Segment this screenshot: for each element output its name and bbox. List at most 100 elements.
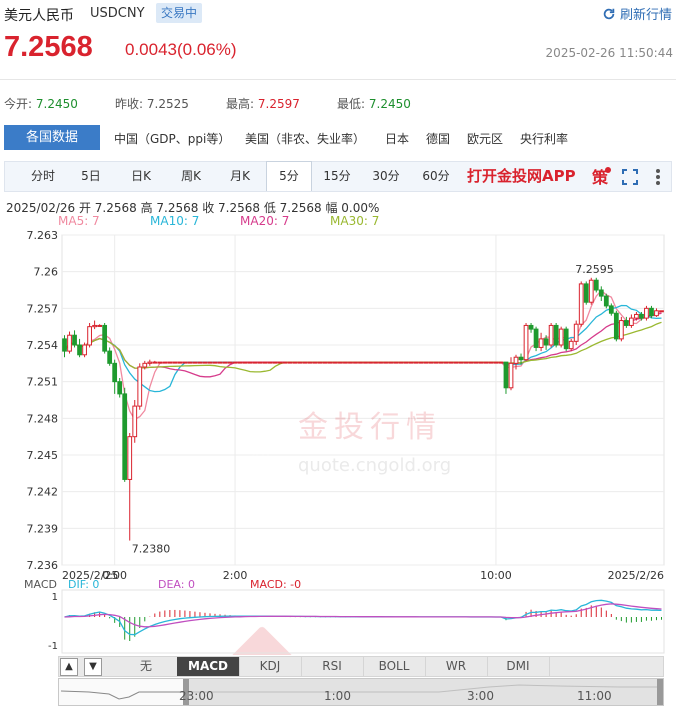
- candle-body: [87, 326, 92, 346]
- candle-body: [147, 361, 153, 364]
- candle-body: [649, 307, 654, 317]
- indicator-dmi[interactable]: DMI: [487, 657, 550, 676]
- candle-body: [272, 361, 278, 364]
- candle-body: [553, 324, 559, 346]
- tab-china[interactable]: 中国（GDP、ppi等）: [114, 130, 230, 147]
- candle-body: [142, 362, 148, 368]
- candle: [72, 330, 77, 348]
- period-30min[interactable]: 30分: [365, 162, 407, 191]
- candle-body: [634, 313, 639, 319]
- candle: [388, 361, 393, 364]
- candle: [317, 361, 323, 364]
- candle-body: [157, 361, 163, 364]
- tab-japan[interactable]: 日本: [385, 130, 409, 147]
- candle-body: [368, 361, 373, 364]
- candle-body: [644, 307, 649, 319]
- candle-body: [453, 361, 459, 364]
- y-axis: 7.263 7.26 7.257 7.254 7.251 7.248 7.245 7.242 7…: [27, 229, 59, 572]
- period-daily[interactable]: 日K: [119, 162, 163, 191]
- candle-body: [468, 361, 474, 364]
- tab-usa[interactable]: 美国（非农、失业率）: [245, 130, 365, 147]
- app-logo-icon[interactable]: 策: [589, 166, 611, 188]
- candle-body: [498, 361, 504, 364]
- candle: [97, 324, 103, 327]
- candle: [107, 347, 113, 366]
- period-60min[interactable]: 60分: [415, 162, 457, 191]
- candle: [212, 361, 218, 364]
- candle-body: [398, 361, 404, 364]
- scroll-down-button[interactable]: ▼: [84, 658, 102, 676]
- y-tick-label: 7.257: [27, 302, 59, 315]
- candle-body: [82, 344, 87, 356]
- candle: [588, 277, 594, 305]
- candle: [353, 361, 358, 364]
- indicator-wr[interactable]: WR: [425, 657, 488, 676]
- candle: [493, 361, 499, 364]
- candle: [102, 323, 108, 354]
- candle: [262, 361, 268, 364]
- candle-body: [659, 310, 664, 313]
- y-tick-label: 7.26: [34, 266, 59, 279]
- candle: [408, 361, 414, 364]
- fullscreen-icon[interactable]: [621, 168, 639, 186]
- stat-low: 最低: 7.2450: [337, 97, 411, 111]
- candle-body: [523, 324, 529, 361]
- candle: [578, 281, 584, 327]
- indicator-boll[interactable]: BOLL: [363, 657, 426, 676]
- candle-body: [608, 305, 614, 314]
- candle: [523, 323, 529, 361]
- candle: [122, 387, 128, 482]
- period-5min[interactable]: 5分: [266, 161, 312, 191]
- candle: [453, 361, 459, 364]
- candle: [358, 361, 363, 364]
- indicator-rsi[interactable]: RSI: [301, 657, 364, 676]
- candle-body: [247, 361, 253, 364]
- indicator-macd[interactable]: MACD: [177, 657, 240, 676]
- tab-germany[interactable]: 德国: [426, 130, 450, 147]
- candle: [598, 286, 604, 301]
- candle-body: [508, 362, 514, 389]
- price-chart[interactable]: Au 金投行情 quote.cngold.org 7.2637.267.2577…: [0, 225, 676, 655]
- candle-body: [428, 361, 434, 364]
- candle-body: [338, 361, 343, 364]
- period-monthly[interactable]: 月K: [218, 162, 262, 191]
- refresh-button[interactable]: 刷新行情: [602, 4, 672, 23]
- candle-body: [267, 361, 273, 364]
- tab-eurozone[interactable]: 欧元区: [467, 130, 503, 147]
- candle: [473, 361, 479, 364]
- candle: [117, 378, 123, 398]
- navigator-right-handle[interactable]: [657, 679, 663, 705]
- candle: [433, 361, 439, 364]
- range-navigator[interactable]: 23:00 1:00 3:00 11:00: [58, 678, 664, 706]
- tab-country-data[interactable]: 各国数据: [4, 125, 100, 150]
- candle: [629, 314, 634, 328]
- candle-body: [162, 361, 168, 364]
- candle: [363, 361, 368, 364]
- candle: [207, 361, 213, 364]
- candle: [307, 361, 313, 364]
- candle-body: [167, 361, 173, 364]
- candle-body: [152, 361, 158, 364]
- divider: [0, 79, 676, 80]
- candle: [428, 361, 434, 364]
- tab-central-bank-rates[interactable]: 央行利率: [520, 130, 568, 147]
- indicator-none[interactable]: 无: [115, 657, 178, 676]
- period-weekly[interactable]: 周K: [169, 162, 213, 191]
- candle: [463, 361, 469, 364]
- scroll-up-button[interactable]: ▲: [60, 658, 78, 676]
- more-menu-icon[interactable]: [653, 167, 663, 187]
- candle: [348, 361, 353, 364]
- period-5day[interactable]: 5日: [71, 162, 111, 191]
- period-15min[interactable]: 15分: [317, 162, 357, 191]
- candle: [67, 331, 72, 354]
- candle: [137, 363, 143, 410]
- period-timeshare[interactable]: 分时: [21, 162, 65, 191]
- candle: [418, 361, 424, 364]
- candle-body: [548, 324, 554, 346]
- indicator-kdj[interactable]: KDJ: [239, 657, 302, 676]
- candle: [508, 357, 514, 391]
- stat-open: 今开: 7.2450: [4, 97, 78, 111]
- candle: [568, 338, 574, 352]
- candle: [573, 320, 579, 345]
- open-app-link[interactable]: 打开金投网APP: [467, 165, 576, 186]
